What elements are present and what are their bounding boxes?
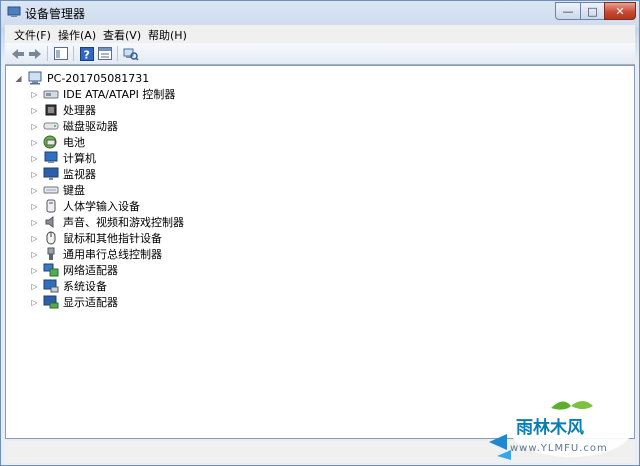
- expand-arrow-icon[interactable]: ▷: [30, 250, 39, 259]
- help-icon[interactable]: ?: [79, 46, 95, 61]
- device-category-item[interactable]: ▷ 人体学输入设备: [30, 198, 140, 214]
- device-category-item[interactable]: ▷ 网络适配器: [30, 262, 118, 278]
- hid-icon: [43, 199, 59, 213]
- device-category-label: 磁盘驱动器: [63, 120, 118, 133]
- toolbar-separator: [73, 46, 74, 61]
- menu-bar: 文件(F) 操作(A) 查看(V) 帮助(H): [5, 25, 635, 43]
- monitor-icon: [43, 167, 59, 181]
- menu-file[interactable]: 文件(F): [14, 27, 51, 43]
- device-tree: ◢ PC-201705081731 ▷ IDE ATA/ATAPI 控制器 ▷ 处理器…: [5, 65, 635, 439]
- network-adapter-icon: [43, 263, 59, 277]
- back-icon[interactable]: [10, 46, 26, 61]
- menu-action[interactable]: 操作(A): [58, 27, 96, 43]
- forward-icon[interactable]: [27, 46, 43, 61]
- device-category-item[interactable]: ▷ 鼠标和其他指针设备: [30, 230, 162, 246]
- computer-name: PC-201705081731: [47, 71, 150, 85]
- tree-root[interactable]: ◢ PC-201705081731: [14, 70, 149, 86]
- device-category-item[interactable]: ▷ 显示适配器: [30, 294, 118, 310]
- device-category-item[interactable]: ▷ 电池: [30, 134, 85, 150]
- mouse-icon: [43, 231, 59, 245]
- device-category-label: 声音、视频和游戏控制器: [63, 216, 184, 229]
- device-category-label: IDE ATA/ATAPI 控制器: [63, 88, 176, 101]
- device-category-label: 计算机: [63, 152, 96, 165]
- system-devices-icon: [43, 279, 59, 293]
- watermark-text: 雨林木风: [516, 418, 584, 438]
- expand-arrow-icon[interactable]: ▷: [30, 106, 39, 115]
- processor-icon: [43, 103, 59, 117]
- device-category-item[interactable]: ▷ 系统设备: [30, 278, 107, 294]
- device-category-label: 电池: [63, 136, 85, 149]
- expand-arrow-icon[interactable]: ▷: [30, 218, 39, 227]
- device-category-label: 人体学输入设备: [63, 200, 140, 213]
- device-category-label: 监视器: [63, 168, 96, 181]
- close-button[interactable]: ✕: [604, 2, 636, 20]
- computer-icon: [43, 151, 59, 165]
- battery-icon: [43, 135, 59, 149]
- device-category-item[interactable]: ▷ 处理器: [30, 102, 96, 118]
- expand-arrow-icon[interactable]: ▷: [30, 298, 39, 307]
- device-category-item[interactable]: ▷ 键盘: [30, 182, 85, 198]
- scan-hardware-changes-icon[interactable]: [123, 46, 139, 61]
- device-category-item[interactable]: ▷ 通用串行总线控制器: [30, 246, 162, 262]
- watermark-url: www.YLMFU.com: [510, 443, 608, 454]
- title-bar[interactable]: 设备管理器 — □ ✕: [1, 1, 639, 25]
- show-hide-console-tree-icon[interactable]: [53, 46, 69, 61]
- minimize-button[interactable]: —: [555, 2, 581, 20]
- disk-drive-icon: [43, 119, 59, 133]
- expand-arrow-icon[interactable]: ▷: [30, 90, 39, 99]
- device-category-item[interactable]: ▷ 计算机: [30, 150, 96, 166]
- toolbar-separator: [117, 46, 118, 61]
- device-category-label: 键盘: [63, 184, 85, 197]
- device-manager-window: 设备管理器 — □ ✕ 文件(F) 操作(A) 查看(V) 帮助(H) ? ◢ …: [0, 0, 640, 466]
- properties-icon[interactable]: [97, 46, 113, 61]
- toolbar-separator: [47, 46, 48, 61]
- expand-arrow-icon[interactable]: ▷: [30, 122, 39, 131]
- collapse-arrow-icon[interactable]: ◢: [14, 74, 23, 83]
- device-category-item[interactable]: ▷ IDE ATA/ATAPI 控制器: [30, 86, 175, 102]
- toolbar: ?: [5, 43, 635, 65]
- menu-help[interactable]: 帮助(H): [148, 27, 187, 43]
- device-manager-app-icon: [7, 6, 21, 18]
- ide-controller-icon: [43, 87, 59, 101]
- sound-icon: [43, 215, 59, 229]
- display-adapter-icon: [43, 295, 59, 309]
- maximize-button[interactable]: □: [580, 2, 605, 20]
- menu-view[interactable]: 查看(V): [103, 27, 141, 43]
- svg-text:?: ?: [84, 48, 90, 61]
- device-category-label: 显示适配器: [63, 296, 118, 309]
- device-category-item[interactable]: ▷ 声音、视频和游戏控制器: [30, 214, 184, 230]
- device-category-item[interactable]: ▷ 监视器: [30, 166, 96, 182]
- expand-arrow-icon[interactable]: ▷: [30, 266, 39, 275]
- device-category-label: 鼠标和其他指针设备: [63, 232, 162, 245]
- device-category-label: 网络适配器: [63, 264, 118, 277]
- device-category-item[interactable]: ▷ 磁盘驱动器: [30, 118, 118, 134]
- computer-icon: [27, 71, 43, 85]
- expand-arrow-icon[interactable]: ▷: [30, 202, 39, 211]
- window-title: 设备管理器: [25, 7, 86, 21]
- expand-arrow-icon[interactable]: ▷: [30, 170, 39, 179]
- expand-arrow-icon[interactable]: ▷: [30, 154, 39, 163]
- device-category-label: 系统设备: [63, 280, 107, 293]
- device-category-label: 处理器: [63, 104, 96, 117]
- expand-arrow-icon[interactable]: ▷: [30, 186, 39, 195]
- expand-arrow-icon[interactable]: ▷: [30, 282, 39, 291]
- keyboard-icon: [43, 183, 59, 197]
- expand-arrow-icon[interactable]: ▷: [30, 138, 39, 147]
- device-category-label: 通用串行总线控制器: [63, 248, 162, 261]
- expand-arrow-icon[interactable]: ▷: [30, 234, 39, 243]
- usb-icon: [43, 247, 59, 261]
